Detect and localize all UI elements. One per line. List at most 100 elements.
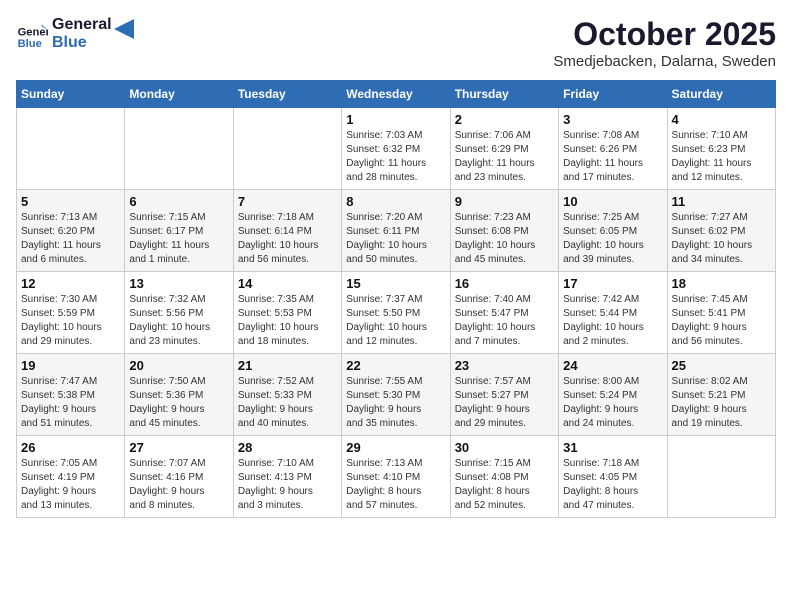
logo-icon: General Blue: [16, 18, 48, 50]
calendar-cell: 14Sunrise: 7:35 AM Sunset: 5:53 PM Dayli…: [233, 272, 341, 354]
day-number: 10: [563, 194, 662, 209]
page-header: General Blue General Blue October 2025 S…: [16, 16, 776, 70]
svg-text:General: General: [18, 26, 48, 38]
day-info: Sunrise: 7:52 AM Sunset: 5:33 PM Dayligh…: [238, 375, 337, 431]
day-number: 23: [455, 358, 554, 373]
day-number: 21: [238, 358, 337, 373]
day-number: 6: [129, 194, 228, 209]
calendar-cell: 19 Sunrise: 7:47 AM Sunset: 5:38 PM Dayli…: [17, 354, 125, 436]
day-number: 29: [346, 440, 445, 455]
day-info: Sunrise: 7:07 AM Sunset: 4:16 PM Dayligh…: [129, 457, 228, 513]
calendar-cell: [17, 108, 125, 190]
day-number: 28: [238, 440, 337, 455]
day-number: 16: [455, 276, 554, 291]
calendar-cell: 11Sunrise: 7:27 AM Sunset: 6:02 PM Dayli…: [667, 190, 775, 272]
day-number: 18: [672, 276, 771, 291]
day-info: Sunrise: 7:50 AM Sunset: 5:36 PM Dayligh…: [129, 375, 228, 431]
title-block: October 2025 Smedjebacken, Dalarna, Swed…: [553, 16, 776, 70]
header-tuesday: Tuesday: [233, 81, 341, 108]
day-info: Sunrise: 7:08 AM Sunset: 6:26 PM Dayligh…: [563, 129, 662, 185]
day-info: Sunrise: 7:05 AM Sunset: 4:19 PM Dayligh…: [21, 457, 120, 513]
calendar-cell: [233, 108, 341, 190]
calendar-cell: 13 Sunrise: 7:32 AM Sunset: 5:56 PM Dayli…: [125, 272, 233, 354]
logo: General Blue General Blue: [16, 16, 134, 51]
calendar-cell: 1Sunrise: 7:03 AM Sunset: 6:32 PM Daylig…: [342, 108, 450, 190]
day-info: Sunrise: 7:18 AM Sunset: 6:14 PM Dayligh…: [238, 211, 337, 267]
header-monday: Monday: [125, 81, 233, 108]
day-info: Sunrise: 7:10 AM Sunset: 4:13 PM Dayligh…: [238, 457, 337, 513]
week-row-4: 19 Sunrise: 7:47 AM Sunset: 5:38 PM Dayli…: [17, 354, 776, 436]
day-number: 5: [21, 194, 120, 209]
day-info: Sunrise: 8:02 AM Sunset: 5:21 PM Dayligh…: [672, 375, 771, 431]
day-number: 26: [21, 440, 120, 455]
day-info: Sunrise: 7:35 AM Sunset: 5:53 PM Dayligh…: [238, 293, 337, 349]
calendar-cell: 23Sunrise: 7:57 AM Sunset: 5:27 PM Dayli…: [450, 354, 558, 436]
calendar-cell: 20 Sunrise: 7:50 AM Sunset: 5:36 PM Dayli…: [125, 354, 233, 436]
header-sunday: Sunday: [17, 81, 125, 108]
calendar-cell: 2 Sunrise: 7:06 AM Sunset: 6:29 PM Daylig…: [450, 108, 558, 190]
day-number: 7: [238, 194, 337, 209]
day-info: Sunrise: 7:20 AM Sunset: 6:11 PM Dayligh…: [346, 211, 445, 267]
day-number: 13: [129, 276, 228, 291]
day-number: 3: [563, 112, 662, 127]
day-info: Sunrise: 7:03 AM Sunset: 6:32 PM Dayligh…: [346, 129, 445, 185]
day-number: 9: [455, 194, 554, 209]
calendar-cell: 26 Sunrise: 7:05 AM Sunset: 4:19 PM Dayli…: [17, 436, 125, 518]
day-info: Sunrise: 7:23 AM Sunset: 6:08 PM Dayligh…: [455, 211, 554, 267]
location-subtitle: Smedjebacken, Dalarna, Sweden: [553, 53, 776, 70]
calendar-cell: [667, 436, 775, 518]
calendar-cell: 21 Sunrise: 7:52 AM Sunset: 5:33 PM Dayli…: [233, 354, 341, 436]
calendar-cell: 18Sunrise: 7:45 AM Sunset: 5:41 PM Dayli…: [667, 272, 775, 354]
day-info: Sunrise: 7:40 AM Sunset: 5:47 PM Dayligh…: [455, 293, 554, 349]
day-number: 12: [21, 276, 120, 291]
month-title: October 2025: [553, 16, 776, 53]
day-info: Sunrise: 7:06 AM Sunset: 6:29 PM Dayligh…: [455, 129, 554, 185]
calendar-cell: 10 Sunrise: 7:25 AM Sunset: 6:05 PM Dayli…: [559, 190, 667, 272]
header-thursday: Thursday: [450, 81, 558, 108]
day-info: Sunrise: 7:37 AM Sunset: 5:50 PM Dayligh…: [346, 293, 445, 349]
calendar-cell: 22 Sunrise: 7:55 AM Sunset: 5:30 PM Dayli…: [342, 354, 450, 436]
calendar-cell: 17Sunrise: 7:42 AM Sunset: 5:44 PM Dayli…: [559, 272, 667, 354]
day-number: 8: [346, 194, 445, 209]
day-number: 19: [21, 358, 120, 373]
week-row-3: 12Sunrise: 7:30 AM Sunset: 5:59 PM Dayli…: [17, 272, 776, 354]
logo-arrow-icon: [114, 19, 134, 39]
calendar-cell: 7 Sunrise: 7:18 AM Sunset: 6:14 PM Daylig…: [233, 190, 341, 272]
header-wednesday: Wednesday: [342, 81, 450, 108]
day-number: 2: [455, 112, 554, 127]
day-info: Sunrise: 7:15 AM Sunset: 4:08 PM Dayligh…: [455, 457, 554, 513]
calendar-cell: 27 Sunrise: 7:07 AM Sunset: 4:16 PM Dayli…: [125, 436, 233, 518]
day-info: Sunrise: 8:00 AM Sunset: 5:24 PM Dayligh…: [563, 375, 662, 431]
header-friday: Friday: [559, 81, 667, 108]
day-info: Sunrise: 7:15 AM Sunset: 6:17 PM Dayligh…: [129, 211, 228, 267]
calendar-cell: 16 Sunrise: 7:40 AM Sunset: 5:47 PM Dayli…: [450, 272, 558, 354]
calendar-cell: 24 Sunrise: 8:00 AM Sunset: 5:24 PM Dayli…: [559, 354, 667, 436]
logo-general: General: [52, 16, 112, 34]
day-info: Sunrise: 7:25 AM Sunset: 6:05 PM Dayligh…: [563, 211, 662, 267]
day-number: 27: [129, 440, 228, 455]
day-number: 4: [672, 112, 771, 127]
calendar-cell: 8 Sunrise: 7:20 AM Sunset: 6:11 PM Daylig…: [342, 190, 450, 272]
calendar-cell: 9 Sunrise: 7:23 AM Sunset: 6:08 PM Daylig…: [450, 190, 558, 272]
header-row: SundayMondayTuesdayWednesdayThursdayFrid…: [17, 81, 776, 108]
calendar-cell: 30Sunrise: 7:15 AM Sunset: 4:08 PM Dayli…: [450, 436, 558, 518]
calendar-cell: 29Sunrise: 7:13 AM Sunset: 4:10 PM Dayli…: [342, 436, 450, 518]
day-info: Sunrise: 7:47 AM Sunset: 5:38 PM Dayligh…: [21, 375, 120, 431]
calendar-cell: 3 Sunrise: 7:08 AM Sunset: 6:26 PM Daylig…: [559, 108, 667, 190]
calendar-cell: 31Sunrise: 7:18 AM Sunset: 4:05 PM Dayli…: [559, 436, 667, 518]
calendar-cell: 15 Sunrise: 7:37 AM Sunset: 5:50 PM Dayli…: [342, 272, 450, 354]
day-number: 24: [563, 358, 662, 373]
day-number: 15: [346, 276, 445, 291]
week-row-1: 1Sunrise: 7:03 AM Sunset: 6:32 PM Daylig…: [17, 108, 776, 190]
day-number: 31: [563, 440, 662, 455]
svg-text:Blue: Blue: [18, 37, 42, 49]
calendar-cell: 28 Sunrise: 7:10 AM Sunset: 4:13 PM Dayli…: [233, 436, 341, 518]
day-number: 22: [346, 358, 445, 373]
day-info: Sunrise: 7:13 AM Sunset: 6:20 PM Dayligh…: [21, 211, 120, 267]
calendar-cell: 6 Sunrise: 7:15 AM Sunset: 6:17 PM Daylig…: [125, 190, 233, 272]
day-info: Sunrise: 7:32 AM Sunset: 5:56 PM Dayligh…: [129, 293, 228, 349]
day-number: 20: [129, 358, 228, 373]
day-number: 17: [563, 276, 662, 291]
calendar-cell: 5 Sunrise: 7:13 AM Sunset: 6:20 PM Daylig…: [17, 190, 125, 272]
day-info: Sunrise: 7:55 AM Sunset: 5:30 PM Dayligh…: [346, 375, 445, 431]
